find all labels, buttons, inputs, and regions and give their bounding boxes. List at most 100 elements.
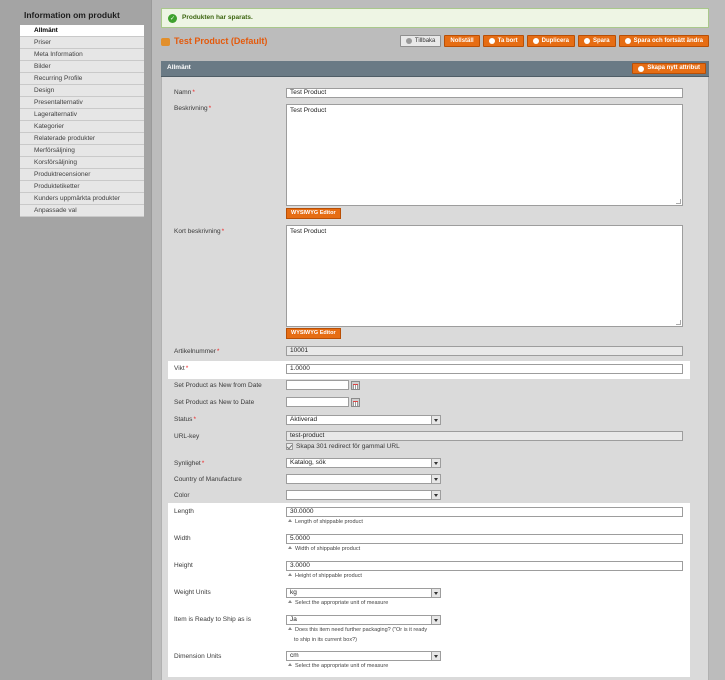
sidebar-item-presentalternativ[interactable]: Presentalternativ <box>20 97 144 109</box>
height-label: Height <box>174 562 193 569</box>
chevron-down-icon <box>431 616 440 624</box>
sidebar-item-merforsaljning[interactable]: Merförsäljning <box>20 145 144 157</box>
status-select[interactable]: Aktiverad <box>286 415 441 425</box>
sku-input[interactable]: 10001 <box>286 346 683 356</box>
weight-units-value: kg <box>290 589 297 596</box>
description-value: Test Product <box>290 107 327 114</box>
sidebar-title: Information om produkt <box>24 10 120 20</box>
short-description-value: Test Product <box>290 228 327 235</box>
length-input[interactable]: 30.0000 <box>286 507 683 517</box>
save-icon <box>583 38 590 44</box>
header-buttons: Tillbaka Nollställ Ta bort Duplicera Spa… <box>399 35 709 47</box>
save-continue-icon <box>624 38 631 44</box>
name-input[interactable]: Test Product <box>286 88 683 98</box>
description-wysiwyg-button[interactable]: WYSIWYG Editor <box>286 208 341 219</box>
visibility-label: Synlighet* <box>174 460 205 467</box>
main-panel: ✓ Produkten har sparats. Test Product (D… <box>151 0 725 680</box>
visibility-select[interactable]: Katalog, sök <box>286 458 441 468</box>
color-label: Color <box>174 492 190 499</box>
dimension-units-label: Dimension Units <box>174 653 222 660</box>
sku-label: Artikelnummer* <box>174 348 220 355</box>
check-circle-icon: ✓ <box>168 14 177 23</box>
duplicate-icon <box>532 38 539 44</box>
weight-input[interactable]: 1.0000 <box>286 364 683 374</box>
status-value: Aktiverad <box>290 416 318 423</box>
short-description-label: Kort beskrivning* <box>174 228 225 235</box>
sidebar-item-relaterade-produkter[interactable]: Relaterade produkter <box>20 133 144 145</box>
visibility-value: Katalog, sök <box>290 459 326 466</box>
weight-units-select[interactable]: kg <box>286 588 441 598</box>
url-key-input[interactable]: test-product <box>286 431 683 441</box>
delete-button-label: Ta bort <box>497 38 518 44</box>
dimension-units-note: Select the appropriate unit of measure <box>288 662 388 671</box>
sidebar-item-meta-information[interactable]: Meta Information <box>20 49 144 61</box>
ready-to-ship-label: Item is Ready to Ship as is <box>174 616 251 623</box>
section-title: Allmänt <box>167 64 191 71</box>
width-input[interactable]: 5.0000 <box>286 534 683 544</box>
general-form: Namn* Test Product Beskrivning* Test Pro… <box>161 77 709 680</box>
success-message: ✓ Produkten har sparats. <box>161 8 709 28</box>
page-header: Test Product (Default) Tillbaka Nollstäl… <box>161 34 709 52</box>
delete-icon <box>488 38 495 44</box>
duplicate-button-label: Duplicera <box>541 38 569 44</box>
sidebar-item-lageralternativ[interactable]: Lageralternativ <box>20 109 144 121</box>
sidebar-item-design[interactable]: Design <box>20 85 144 97</box>
length-note: Length of shippable product <box>288 518 363 527</box>
sidebar-item-korsforsaljning[interactable]: Korsförsäljning <box>20 157 144 169</box>
short-description-wysiwyg-button[interactable]: WYSIWYG Editor <box>286 328 341 339</box>
create-attribute-button[interactable]: Skapa nytt attribut <box>632 63 706 74</box>
dimension-units-select[interactable]: cm <box>286 651 441 661</box>
section-header: Allmänt Skapa nytt attribut <box>161 61 709 77</box>
sidebar-item-recurring-profile[interactable]: Recurring Profile <box>20 73 144 85</box>
chevron-down-icon <box>431 652 440 660</box>
height-input[interactable]: 3.0000 <box>286 561 683 571</box>
ready-to-ship-note-2: to ship in its current box?) <box>294 637 357 643</box>
delete-button[interactable]: Ta bort <box>482 35 524 47</box>
sidebar-item-kunders-uppmarkta-produkter[interactable]: Kunders uppmärkta produkter <box>20 193 144 205</box>
dimension-units-value: cm <box>290 652 299 659</box>
description-label: Beskrivning* <box>174 105 212 112</box>
product-icon <box>161 38 170 46</box>
sidebar-item-bilder[interactable]: Bilder <box>20 61 144 73</box>
back-button-label: Tillbaka <box>414 38 436 44</box>
reset-button[interactable]: Nollställ <box>444 35 480 47</box>
duplicate-button[interactable]: Duplicera <box>526 35 575 47</box>
status-label: Status* <box>174 416 196 423</box>
short-description-textarea[interactable]: Test Product <box>286 225 683 327</box>
success-message-text: Produkten har sparats. <box>182 14 253 21</box>
chevron-down-icon <box>431 459 440 467</box>
ready-to-ship-value: Ja <box>290 616 297 623</box>
create-attribute-label: Skapa nytt attribut <box>647 65 700 71</box>
sidebar-item-produktetiketter[interactable]: Produktetiketter <box>20 181 144 193</box>
sidebar-item-kategorier[interactable]: Kategorier <box>20 121 144 133</box>
color-select[interactable] <box>286 490 441 500</box>
chevron-down-icon <box>431 589 440 597</box>
redirect-checkbox[interactable] <box>286 443 293 450</box>
calendar-icon[interactable] <box>351 398 360 407</box>
sidebar-item-produktrecensioner[interactable]: Produktrecensioner <box>20 169 144 181</box>
ready-to-ship-select[interactable]: Ja <box>286 615 441 625</box>
redirect-label: Skapa 301 redirect för gammal URL <box>296 443 400 450</box>
save-continue-button-label: Spara och fortsätt ändra <box>633 38 703 44</box>
new-to-date-input[interactable] <box>286 397 349 407</box>
save-continue-button[interactable]: Spara och fortsätt ändra <box>618 35 709 47</box>
save-button-label: Spara <box>592 38 610 44</box>
sidebar-item-anpassade-val[interactable]: Anpassade val <box>20 205 144 217</box>
country-label: Country of Manufacture <box>174 476 242 483</box>
save-button[interactable]: Spara <box>577 35 616 47</box>
country-select[interactable] <box>286 474 441 484</box>
resize-grip-icon[interactable] <box>676 199 681 204</box>
sidebar-item-priser[interactable]: Priser <box>20 37 144 49</box>
sidebar: Information om produkt Allmänt Priser Me… <box>20 8 144 217</box>
back-button[interactable]: Tillbaka <box>399 35 442 47</box>
length-label: Length <box>174 508 194 515</box>
sidebar-item-allmant[interactable]: Allmänt <box>20 25 144 37</box>
weight-units-label: Weight Units <box>174 589 211 596</box>
description-textarea[interactable]: Test Product <box>286 104 683 206</box>
chevron-down-icon <box>431 475 440 483</box>
resize-grip-icon[interactable] <box>676 320 681 325</box>
name-label: Namn* <box>174 89 195 96</box>
reset-button-label: Nollställ <box>450 38 474 44</box>
calendar-icon[interactable] <box>351 381 360 390</box>
new-from-date-input[interactable] <box>286 380 349 390</box>
